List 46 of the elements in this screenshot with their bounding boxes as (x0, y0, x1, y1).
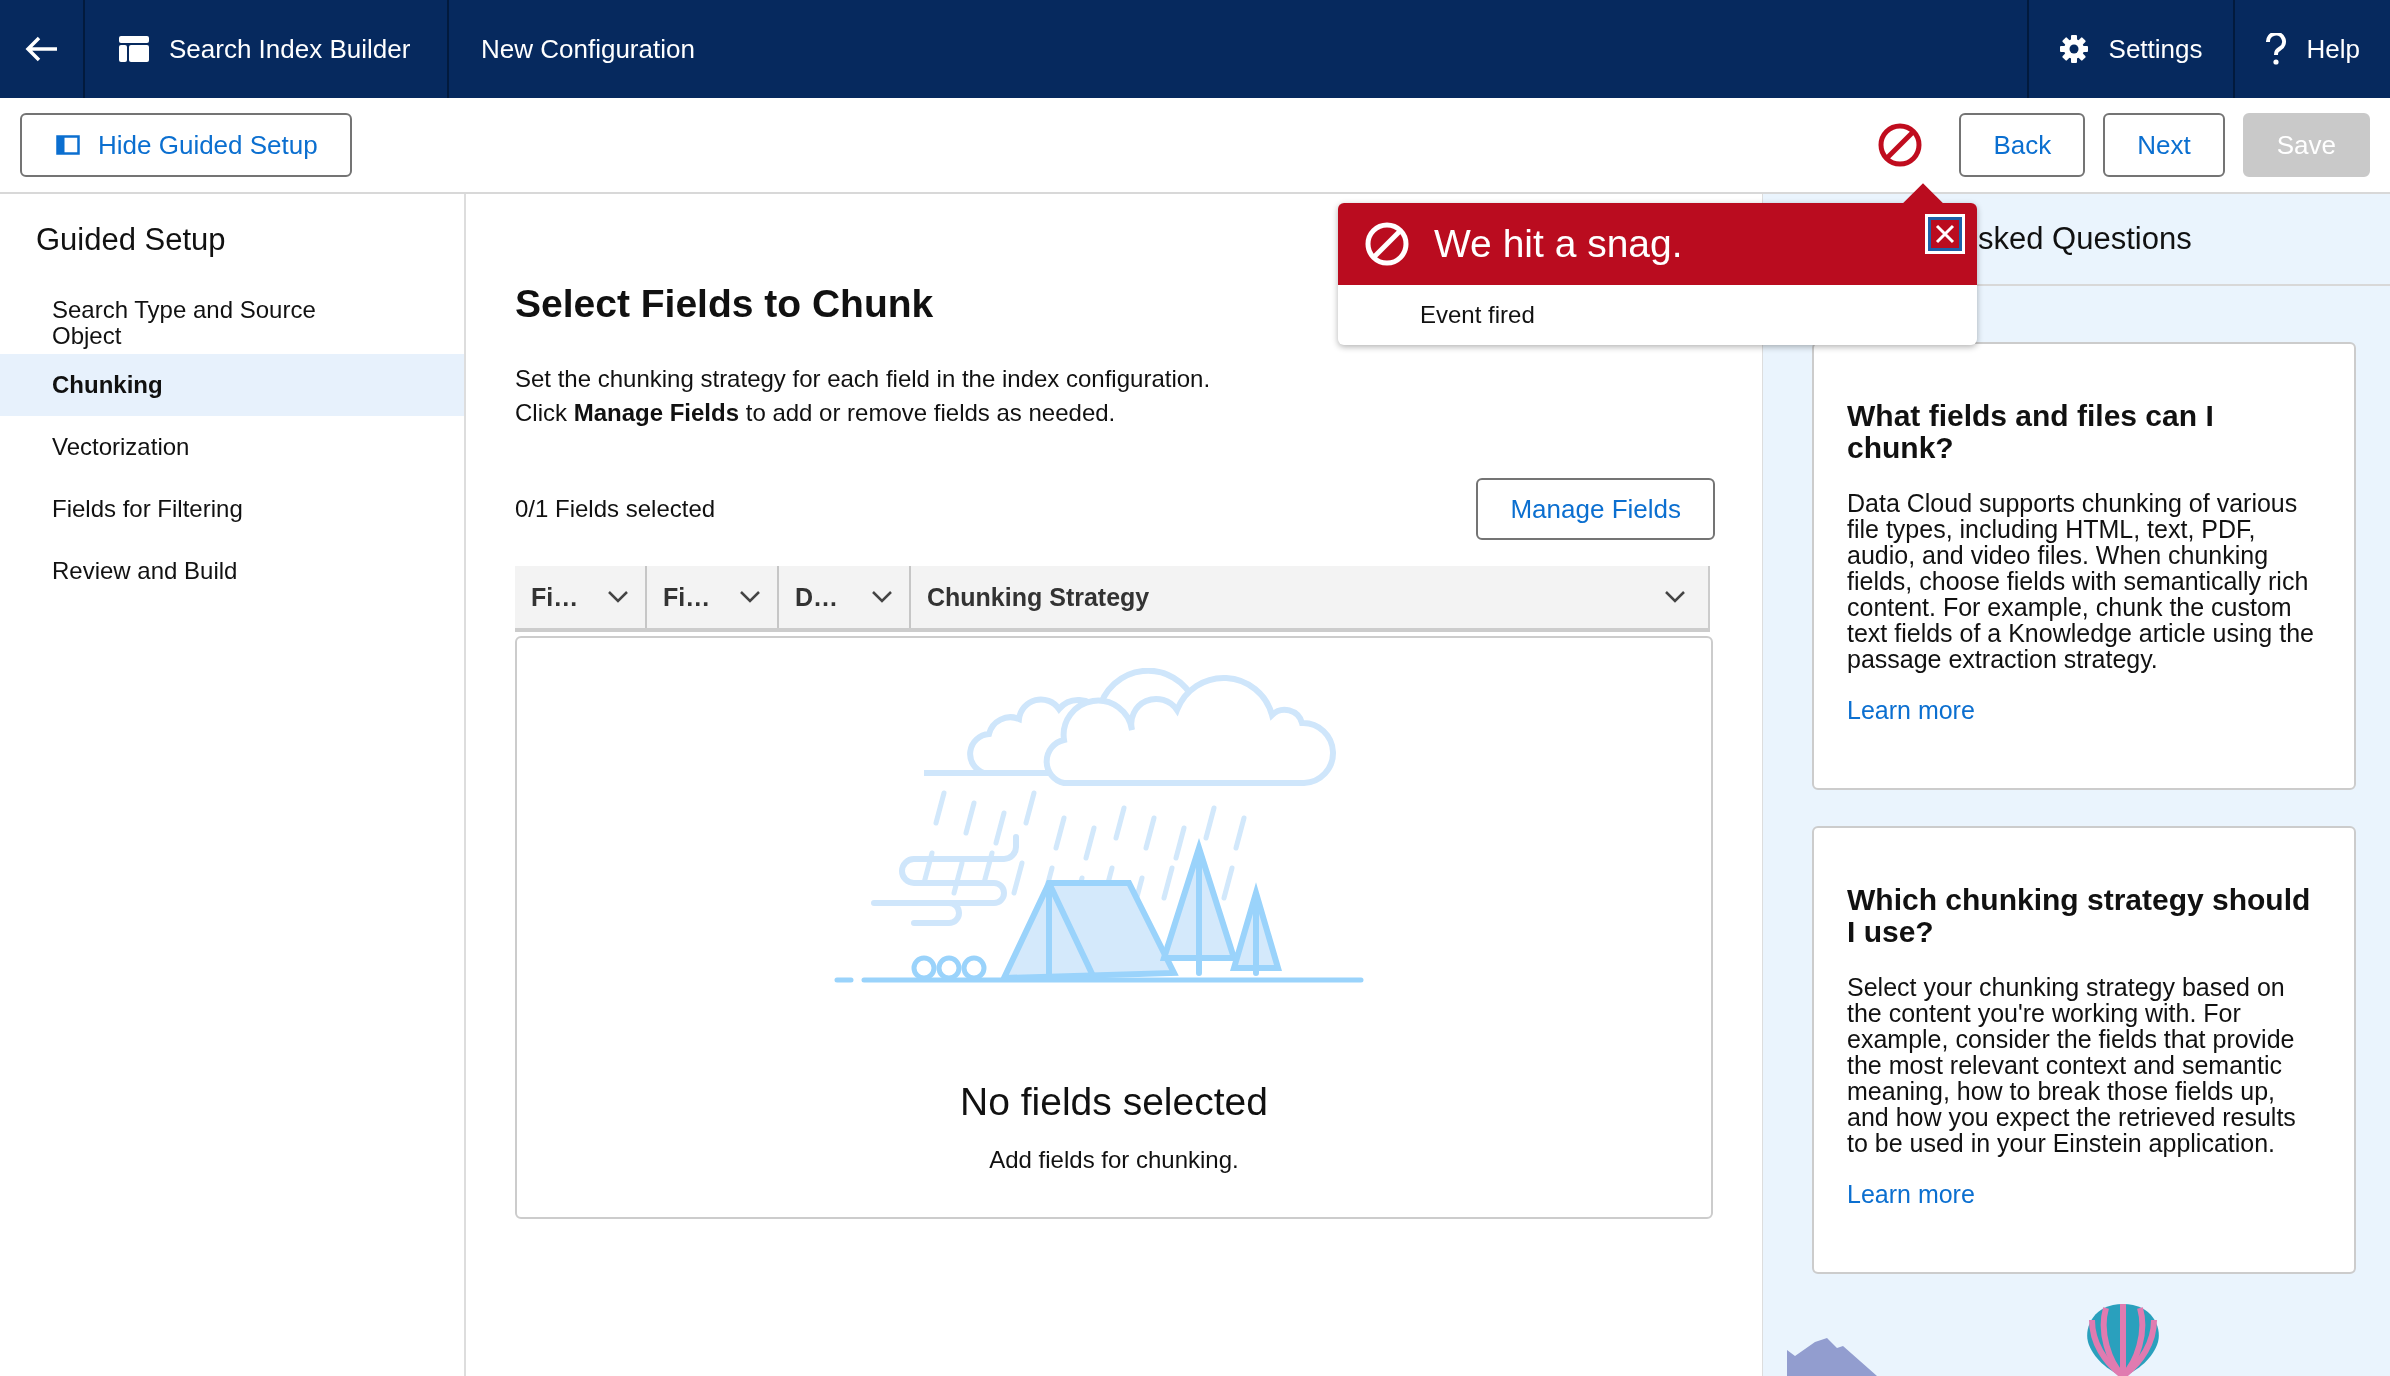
close-icon (1934, 223, 1956, 245)
section-title: Select Fields to Chunk (515, 282, 934, 326)
sidebar-title: Guided Setup (36, 222, 227, 258)
column-header[interactable]: Fi… (515, 566, 647, 628)
faq-answer: Select your chunking strategy based on the content you're working with. For example, consider the fields that provide the most relevant context and semantic meaning, how to break those fields up, and how you expect the retrieved results to be used in your Einstein application. (1847, 974, 2297, 1156)
error-message: Event fired (1419, 300, 1536, 330)
error-title: We hit a snag. (1434, 222, 1684, 266)
page-subtitle: New Configuration (480, 32, 695, 66)
faq-question: Which chunking strategy should I use? (1847, 884, 2312, 948)
chevron-down-icon (871, 590, 893, 604)
settings-icon (2058, 34, 2089, 64)
learn-more-link[interactable]: Learn more (1847, 1180, 1975, 1208)
chevron-down-icon (1664, 590, 1686, 604)
faq-question: What fields and files can I chunk? (1847, 400, 2215, 464)
learn-more-link[interactable]: Learn more (1847, 696, 1975, 724)
help-icon (2264, 33, 2287, 65)
back-arrow-icon (24, 36, 59, 62)
faq-answer: Data Cloud supports chunking of various file types, including HTML, text, PDF, audio, and video files. When chunking fields, choose fields with semantically rich content. For example, chunk the custom text fields of a Knowledge article using the passage extraction strategy. (1847, 490, 2315, 672)
help-link[interactable]: Help (2232, 0, 2390, 98)
column-header[interactable]: Chunking Strategy (911, 566, 1708, 628)
help-panel-title: sked Questions (1978, 221, 2192, 257)
manage-fields-button[interactable]: Manage Fields (1476, 478, 1715, 540)
error-icon (1364, 221, 1410, 267)
app-title: Search Index Builder (169, 33, 411, 65)
description-text: Click Manage Fields to add or remove fields as needed. (515, 398, 1117, 428)
settings-link[interactable]: Settings (2026, 0, 2233, 98)
layout-icon (119, 36, 149, 62)
description-text: Set the chunking strategy for each field in the index configuration. (515, 364, 1212, 394)
chevron-down-icon (607, 590, 629, 604)
fields-selected-count: 0/1 Fields selected (515, 495, 716, 523)
sidebar-item[interactable]: Chunking (0, 354, 464, 416)
empty-state-title: No fields selected (960, 1080, 1268, 1124)
sidebar-item[interactable]: Fields for Filtering (0, 478, 464, 540)
next-button[interactable]: Next (2103, 113, 2225, 177)
sidebar-item[interactable]: Search Type and Source Object (0, 292, 464, 354)
column-header[interactable]: D… (779, 566, 911, 628)
empty-state-message: Add fields for chunking. (989, 1146, 1239, 1174)
panel-icon (56, 135, 80, 155)
chevron-down-icon (739, 590, 761, 604)
hide-guided-setup-button[interactable]: Hide Guided Setup (20, 113, 352, 177)
close-button[interactable] (1925, 214, 1965, 254)
error-icon[interactable] (1877, 122, 1924, 168)
back-button[interactable]: Back (1959, 113, 2086, 177)
column-header[interactable]: Fi… (647, 566, 779, 628)
sidebar-item[interactable]: Review and Build (0, 540, 464, 602)
sidebar-item[interactable]: Vectorization (0, 416, 464, 478)
